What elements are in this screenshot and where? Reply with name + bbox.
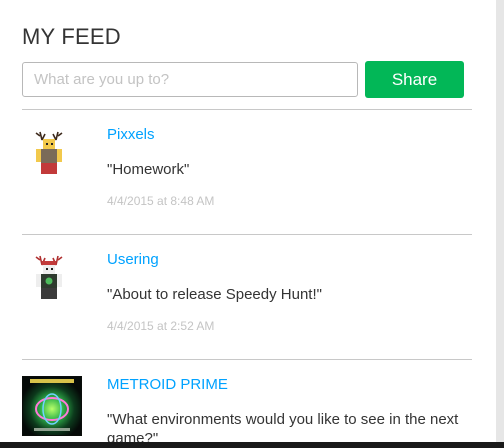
divider [22, 359, 472, 360]
post-username[interactable]: METROID PRIME [107, 376, 228, 393]
page-background [496, 0, 504, 448]
feed-title: MY FEED [22, 24, 121, 49]
feed-item: METROID PRIME "What environments would y… [22, 376, 472, 448]
share-button[interactable]: Share [365, 61, 464, 98]
bottom-bar [0, 442, 504, 448]
avatar-antler-white-icon[interactable] [22, 251, 82, 311]
game-thumbnail-icon[interactable] [22, 376, 82, 436]
status-input[interactable] [22, 62, 358, 97]
post-username[interactable]: Pixxels [107, 126, 155, 143]
divider [22, 234, 472, 235]
post-text: "Homework" [107, 161, 190, 178]
post-timestamp: 4/4/2015 at 2:52 AM [107, 319, 215, 333]
feed-item: Pixxels "Homework" 4/4/2015 at 8:48 AM [22, 126, 472, 226]
post-timestamp: 4/4/2015 at 8:48 AM [107, 194, 215, 208]
feed-item: Usering "About to release Speedy Hunt!" … [22, 251, 472, 351]
divider [22, 109, 472, 110]
post-text: "About to release Speedy Hunt!" [107, 286, 322, 303]
avatar-antler-red-icon[interactable] [22, 126, 82, 186]
post-username[interactable]: Usering [107, 251, 159, 268]
feed-panel: MY FEED Share Pixxels "Homework" 4/4/201… [0, 0, 496, 448]
